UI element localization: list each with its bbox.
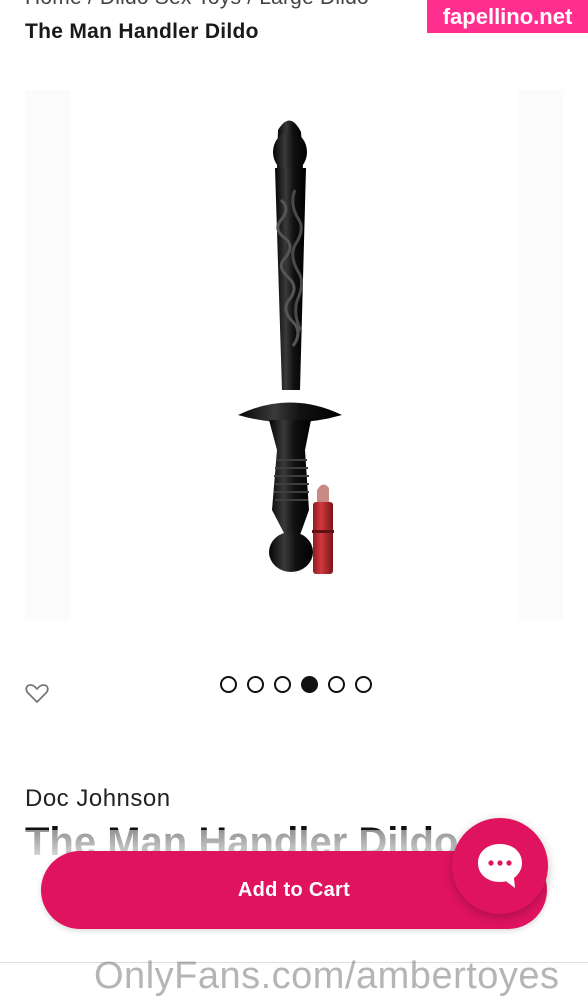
breadcrumb-separator: / <box>82 0 100 9</box>
breadcrumb-home[interactable]: Home <box>25 0 82 9</box>
gallery-dot-2[interactable] <box>247 676 264 693</box>
watermark-bottom: OnlyFans.com/ambertoyes <box>94 955 560 997</box>
page-title: The Man Handler Dildo <box>25 20 259 43</box>
gallery-pagination <box>220 676 372 693</box>
breadcrumb-dildo-sex-toys[interactable]: Dildo Sex Toys <box>100 0 241 9</box>
product-image <box>238 120 342 574</box>
gallery-dot-6[interactable] <box>355 676 372 693</box>
heart-outline-icon <box>25 684 49 703</box>
chat-button[interactable] <box>452 818 548 914</box>
breadcrumb: Home/Dildo Sex Toys/Large Dildo <box>25 0 369 16</box>
watermark-top: fapellino.net <box>427 0 588 33</box>
chat-bubble-icon <box>478 844 522 888</box>
product-brand: Doc Johnson <box>25 785 171 812</box>
gallery-dot-4[interactable] <box>301 676 318 693</box>
gallery-dot-1[interactable] <box>220 676 237 693</box>
breadcrumb-separator: / <box>241 0 259 9</box>
wishlist-button[interactable] <box>24 680 50 706</box>
gallery-dot-3[interactable] <box>274 676 291 693</box>
product-gallery[interactable] <box>25 90 563 620</box>
breadcrumb-large-dildo[interactable]: Large Dildo <box>259 0 369 9</box>
gallery-dot-5[interactable] <box>328 676 345 693</box>
